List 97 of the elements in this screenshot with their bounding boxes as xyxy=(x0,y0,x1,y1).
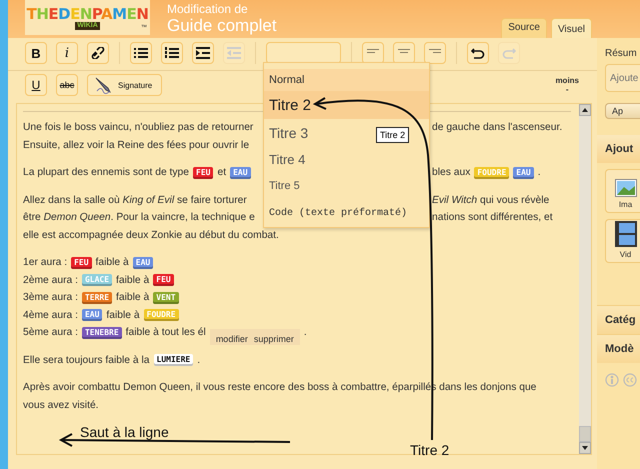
underline-button[interactable]: U xyxy=(25,74,47,96)
element-tag: VENT xyxy=(153,292,179,304)
scroll-up-icon xyxy=(582,108,588,112)
numbered-list-button[interactable] xyxy=(161,42,183,64)
cc-circle-icon xyxy=(623,373,637,387)
page-caption: Modification de xyxy=(167,2,249,16)
paragraph-text: Evil Witch qui vous révèle xyxy=(432,194,550,206)
apply-button[interactable]: Ap xyxy=(605,103,640,119)
person-circle-icon xyxy=(605,373,619,387)
align-center-button[interactable] xyxy=(393,42,415,64)
media-label: Vid xyxy=(620,250,632,259)
signature-button[interactable]: Signature xyxy=(87,74,162,96)
pen-icon xyxy=(94,76,114,94)
element-tag: FOUDRE xyxy=(474,166,510,179)
paragraph-text: faible à xyxy=(116,292,150,304)
undo-button[interactable] xyxy=(467,42,489,64)
format-option[interactable]: Titre 2 xyxy=(264,91,429,119)
element-tag: EAU xyxy=(132,256,154,269)
element-tag: EAU xyxy=(230,166,251,179)
strikethrough-button[interactable]: abc xyxy=(56,74,78,96)
scroll-down-icon xyxy=(582,446,588,450)
annotation-text: Titre 2 xyxy=(410,442,450,458)
editor-tab[interactable]: Source xyxy=(501,18,547,38)
popup-link[interactable]: supprimer xyxy=(254,334,294,344)
indent-icon xyxy=(196,47,210,59)
paragraph-text: 5ème aura : xyxy=(23,327,78,338)
media-label: Ima xyxy=(618,200,632,209)
element-tag: TERRE xyxy=(82,292,112,304)
link-button[interactable] xyxy=(87,42,109,64)
editor-tab[interactable]: Visuel xyxy=(550,18,592,38)
paragraph-text: 2ème aura : xyxy=(23,274,78,286)
minor-edit-value: - xyxy=(566,85,569,94)
undo-icon xyxy=(471,47,485,59)
page-title: Guide complet xyxy=(167,16,277,36)
format-option[interactable]: Normal xyxy=(264,69,429,91)
paragraph-text: Allez dans la salle où King of Evil se faire torturer xyxy=(23,194,247,206)
bullet-list-icon xyxy=(134,47,148,59)
bullet-list-button[interactable] xyxy=(130,42,152,64)
element-tag: TENEBRE xyxy=(82,326,122,339)
image-icon xyxy=(614,179,636,197)
add-media-button[interactable]: Vid xyxy=(605,219,640,263)
popup-link[interactable]: modifier xyxy=(216,334,248,344)
section-header[interactable]: Modè xyxy=(597,334,640,363)
outdent-icon xyxy=(227,47,241,59)
paragraph-text: Une fois le boss vaincu, n'oubliez pas de retourner xyxy=(23,122,254,134)
minor-edit-label: moins xyxy=(555,76,579,85)
paragraph-text: . xyxy=(538,167,541,178)
italic-button[interactable]: i xyxy=(56,42,78,64)
paragraph-text: faible à xyxy=(106,310,140,321)
film-icon xyxy=(614,221,636,247)
format-option[interactable]: Titre 4 xyxy=(264,146,310,173)
paragraph-text: bles aux xyxy=(432,167,470,178)
paragraph-text: nations sont différentes, et xyxy=(432,212,553,224)
paragraph-text: . xyxy=(304,327,307,338)
link-icon xyxy=(91,47,105,59)
element-tag: FEU xyxy=(71,256,92,269)
paragraph-text: elle est accompagnée deux Zonkie au début du combat. xyxy=(23,230,279,241)
paragraph-text: faible à xyxy=(96,257,129,268)
element-tag: LUMIERE xyxy=(154,354,194,366)
align-right-button[interactable] xyxy=(424,42,446,64)
paragraph-text: 1er aura : xyxy=(23,257,68,268)
annotation-text: Saut à la ligne xyxy=(80,424,169,440)
element-tag: FOUDRE xyxy=(144,309,179,322)
summary-field[interactable]: Ajoute xyxy=(605,64,640,92)
section-header: Ajout xyxy=(597,135,640,163)
align-left-button[interactable] xyxy=(362,42,384,64)
section-header[interactable]: Catég xyxy=(597,305,640,334)
paragraph-text: faible à xyxy=(116,274,150,286)
element-tag: EAU xyxy=(82,309,102,322)
paragraph-text: Ensuite, allez voir la Reine des fées pour ouvrir le xyxy=(23,140,250,151)
element-tag: FEU xyxy=(193,166,214,179)
add-media-button[interactable]: Ima xyxy=(605,169,640,213)
paragraph-text: Elle sera toujours faible à la xyxy=(23,354,150,366)
summary-label: Résum xyxy=(605,48,638,59)
redo-icon xyxy=(502,47,516,59)
numbered-list-icon xyxy=(165,47,179,59)
paragraph-text: être Demon Queen. Pour la vaincre, la technique e xyxy=(23,212,255,224)
bold-button[interactable]: B xyxy=(25,42,47,64)
format-option[interactable]: Titre 3 xyxy=(264,119,314,146)
tooltip: Titre 2 xyxy=(376,127,410,143)
format-option[interactable]: Titre 5 xyxy=(264,173,305,199)
element-tag: GLACE xyxy=(82,274,112,286)
paragraph-text: La plupart des ennemis sont de type xyxy=(23,167,190,178)
paragraph-text: vous avez visité. xyxy=(23,400,99,411)
format-option[interactable]: Code (texte préformaté) xyxy=(264,199,412,227)
scrollbar-thumb[interactable] xyxy=(579,426,591,442)
paragraph-text: 4ème aura : xyxy=(23,310,78,321)
scrollbar[interactable] xyxy=(579,104,591,454)
element-tag: FEU xyxy=(153,274,174,286)
element-tag: EAU xyxy=(513,166,534,179)
paragraph-text: et xyxy=(217,167,226,178)
paragraph-text: de gauche dans l'ascenseur. xyxy=(432,122,562,134)
paragraph-text: . xyxy=(197,354,200,366)
logo-text: THEDENPAMEN xyxy=(26,6,148,22)
indent-button[interactable] xyxy=(192,42,214,64)
paragraph-text: 3ème aura : xyxy=(23,292,78,304)
paragraph-text: faible à tout les él xyxy=(126,327,206,338)
